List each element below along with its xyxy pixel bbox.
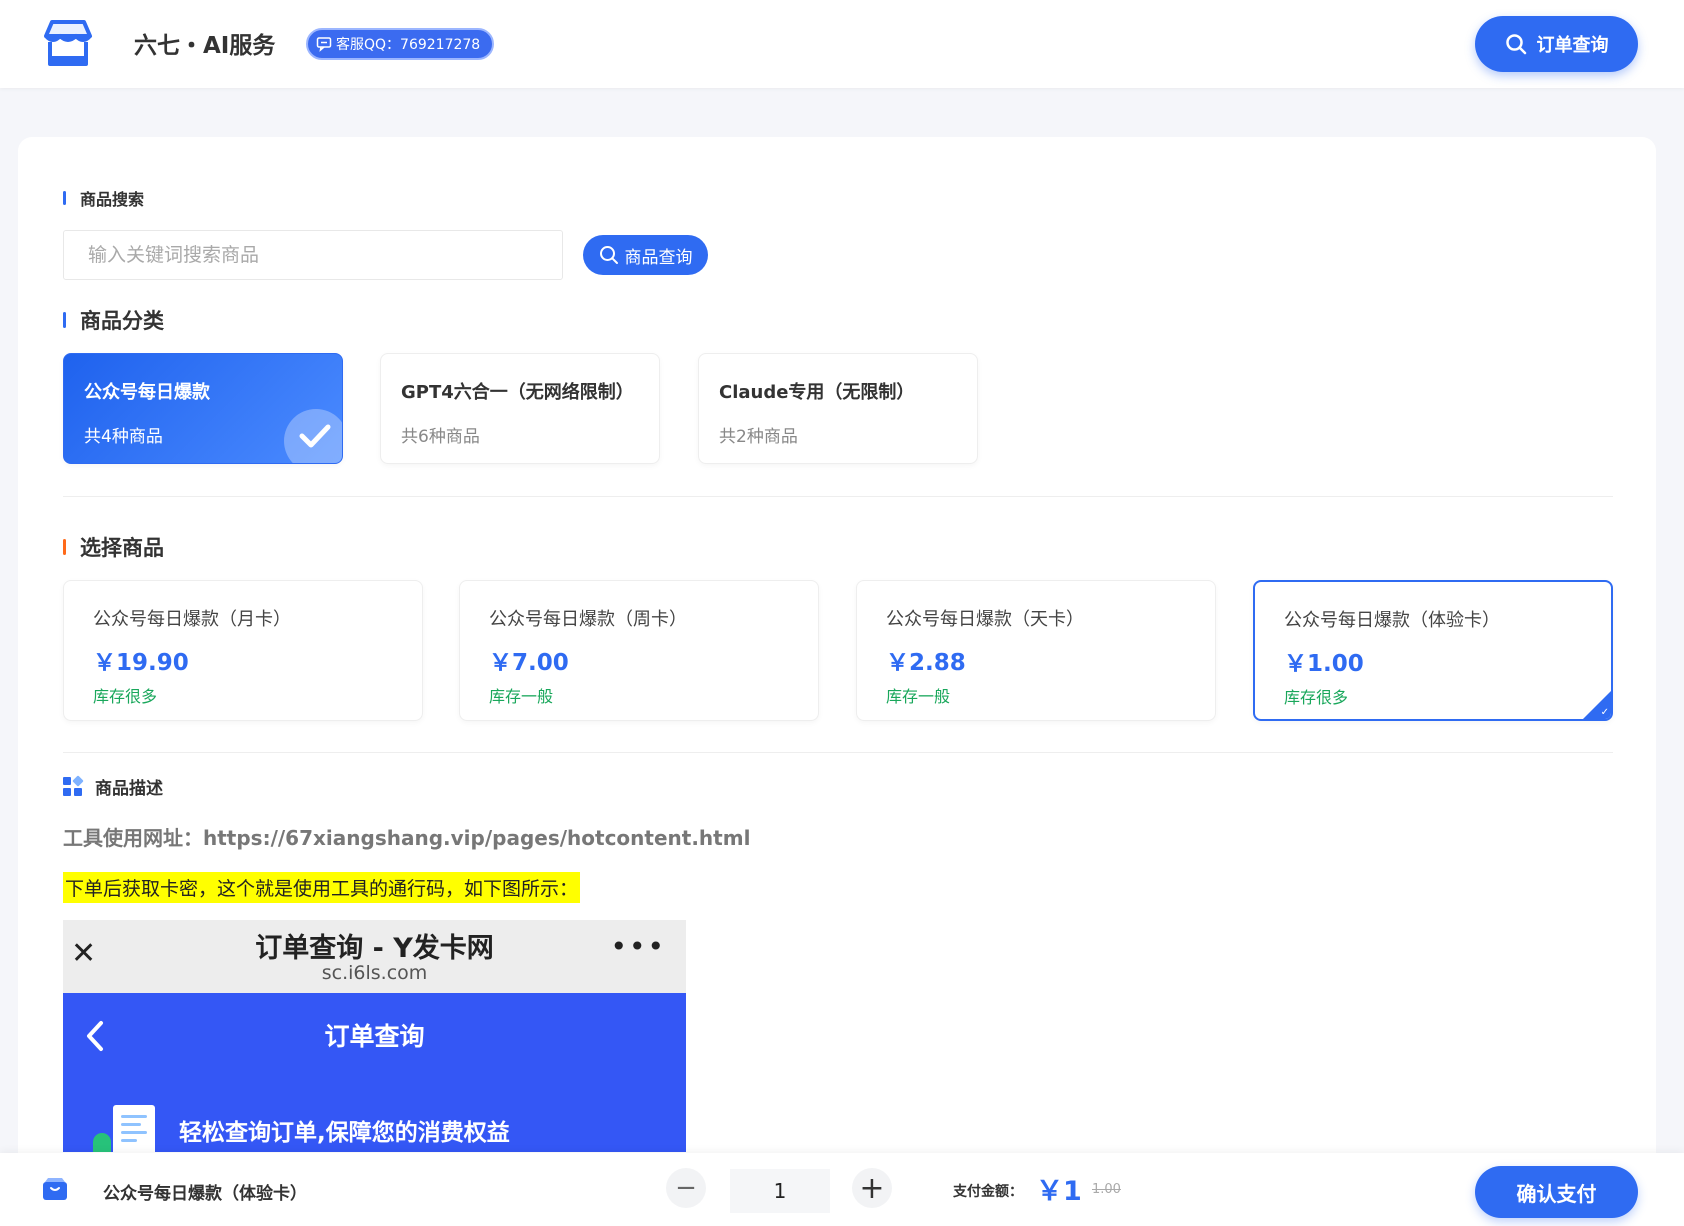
product-stock: 库存很多	[93, 687, 158, 706]
screenshot-page-title: 订单查询 - Y发卡网	[255, 933, 494, 964]
confirm-payment-button[interactable]: 确认支付	[1475, 1166, 1638, 1218]
product-search-label: 商品查询	[624, 247, 693, 268]
description-screenshot-image: ✕ 订单查询 - Y发卡网 sc.i6ls.com ••• 订单查询 轻松查询订…	[63, 920, 686, 1152]
order-query-button[interactable]: 订单查询	[1475, 16, 1638, 72]
tool-url-text: 工具使用网址：https://67xiangshang.vip/pages/ho…	[63, 826, 751, 850]
product-section-label: 选择商品	[80, 536, 164, 560]
pay-amount-label: 支付金额：	[953, 1184, 1023, 1200]
product-stock: 库存很多	[1284, 688, 1349, 707]
top-header: 六七・AI服务 客服QQ：769217278 订单查询	[0, 0, 1684, 88]
qq-label: 客服QQ：769217278	[336, 37, 481, 53]
plant-illustration-icon	[93, 1133, 111, 1152]
product-name: 公众号每日爆款（月卡）	[93, 609, 291, 630]
selected-product-name: 公众号每日爆款（体验卡）	[103, 1184, 307, 1204]
screenshot-heading: 订单查询	[324, 1022, 425, 1051]
category-count: 共6种商品	[401, 427, 480, 447]
product-card-trial[interactable]: 公众号每日爆款（体验卡） ￥1.00 库存很多 ✓	[1253, 580, 1613, 721]
product-price: ￥19.90	[93, 650, 189, 676]
original-price: 1.00	[1092, 1182, 1121, 1197]
product-price: ￥2.88	[886, 650, 966, 676]
product-price: ￥1.00	[1284, 651, 1364, 677]
search-icon	[599, 246, 618, 264]
document-illustration-icon	[113, 1105, 155, 1152]
section-marker	[63, 312, 66, 328]
search-icon	[1505, 34, 1526, 55]
product-price: ￥7.00	[489, 650, 569, 676]
order-query-label: 订单查询	[1536, 35, 1609, 56]
grid-icon	[63, 774, 84, 797]
shopping-bag-icon	[43, 1178, 67, 1200]
bottom-order-bar: 公众号每日爆款（体验卡） − + 支付金额： ￥1 1.00 确认支付	[0, 1153, 1684, 1226]
screenshot-browser-bar: ✕ 订单查询 - Y发卡网 sc.i6ls.com •••	[63, 920, 686, 993]
product-stock: 库存一般	[886, 687, 951, 706]
product-name: 公众号每日爆款（天卡）	[886, 609, 1084, 630]
search-input[interactable]	[63, 230, 563, 280]
category-name: GPT4六合一（无网络限制）	[401, 382, 634, 403]
shop-logo-icon	[44, 20, 92, 66]
category-card-gpt4[interactable]: GPT4六合一（无网络限制） 共6种商品	[380, 353, 660, 464]
category-count: 共2种商品	[719, 427, 798, 447]
quantity-input[interactable]	[730, 1169, 830, 1213]
category-name: 公众号每日爆款	[84, 382, 210, 403]
chat-icon	[316, 37, 332, 52]
divider	[63, 752, 1613, 753]
product-stock: 库存一般	[489, 687, 554, 706]
category-section-label: 商品分类	[80, 309, 164, 333]
product-section-title: 选择商品	[63, 532, 164, 562]
product-card-weekly[interactable]: 公众号每日爆款（周卡） ￥7.00 库存一般	[459, 580, 819, 721]
screenshot-domain: sc.i6ls.com	[321, 962, 428, 984]
product-card-monthly[interactable]: 公众号每日爆款（月卡） ￥19.90 库存很多	[63, 580, 423, 721]
description-section-title: 商品描述	[63, 774, 163, 799]
pay-amount-value: ￥1	[1036, 1176, 1082, 1207]
quantity-increase-button[interactable]: +	[852, 1168, 892, 1208]
category-section-title: 商品分类	[63, 305, 164, 335]
screenshot-blue-panel: 订单查询 轻松查询订单,保障您的消费权益	[63, 993, 686, 1152]
check-icon: ✓	[1600, 707, 1609, 718]
quantity-decrease-button[interactable]: −	[666, 1168, 706, 1208]
category-name: Claude专用（无限制）	[719, 382, 915, 403]
section-marker	[63, 191, 66, 205]
more-icon: •••	[610, 930, 666, 963]
search-section-title: 商品搜索	[63, 186, 144, 210]
product-name: 公众号每日爆款（周卡）	[489, 609, 687, 630]
search-section-label: 商品搜索	[80, 190, 145, 209]
product-name: 公众号每日爆款（体验卡）	[1284, 610, 1500, 631]
selected-check-icon	[284, 409, 342, 463]
divider	[63, 496, 1613, 497]
category-card-claude[interactable]: Claude专用（无限制） 共2种商品	[698, 353, 978, 464]
product-search-button[interactable]: 商品查询	[583, 235, 708, 275]
highlighted-note: 下单后获取卡密，这个就是使用工具的通行码，如下图所示：	[63, 872, 581, 903]
customer-service-qq-badge[interactable]: 客服QQ：769217278	[306, 28, 495, 60]
section-marker	[63, 539, 66, 555]
description-section-label: 商品描述	[95, 779, 163, 799]
product-card-daily[interactable]: 公众号每日爆款（天卡） ￥2.88 库存一般	[856, 580, 1216, 721]
category-card-daily-hot[interactable]: 公众号每日爆款 共4种商品	[63, 353, 343, 464]
site-title: 六七・AI服务	[134, 33, 276, 59]
screenshot-slogan: 轻松查询订单,保障您的消费权益	[179, 1120, 510, 1146]
